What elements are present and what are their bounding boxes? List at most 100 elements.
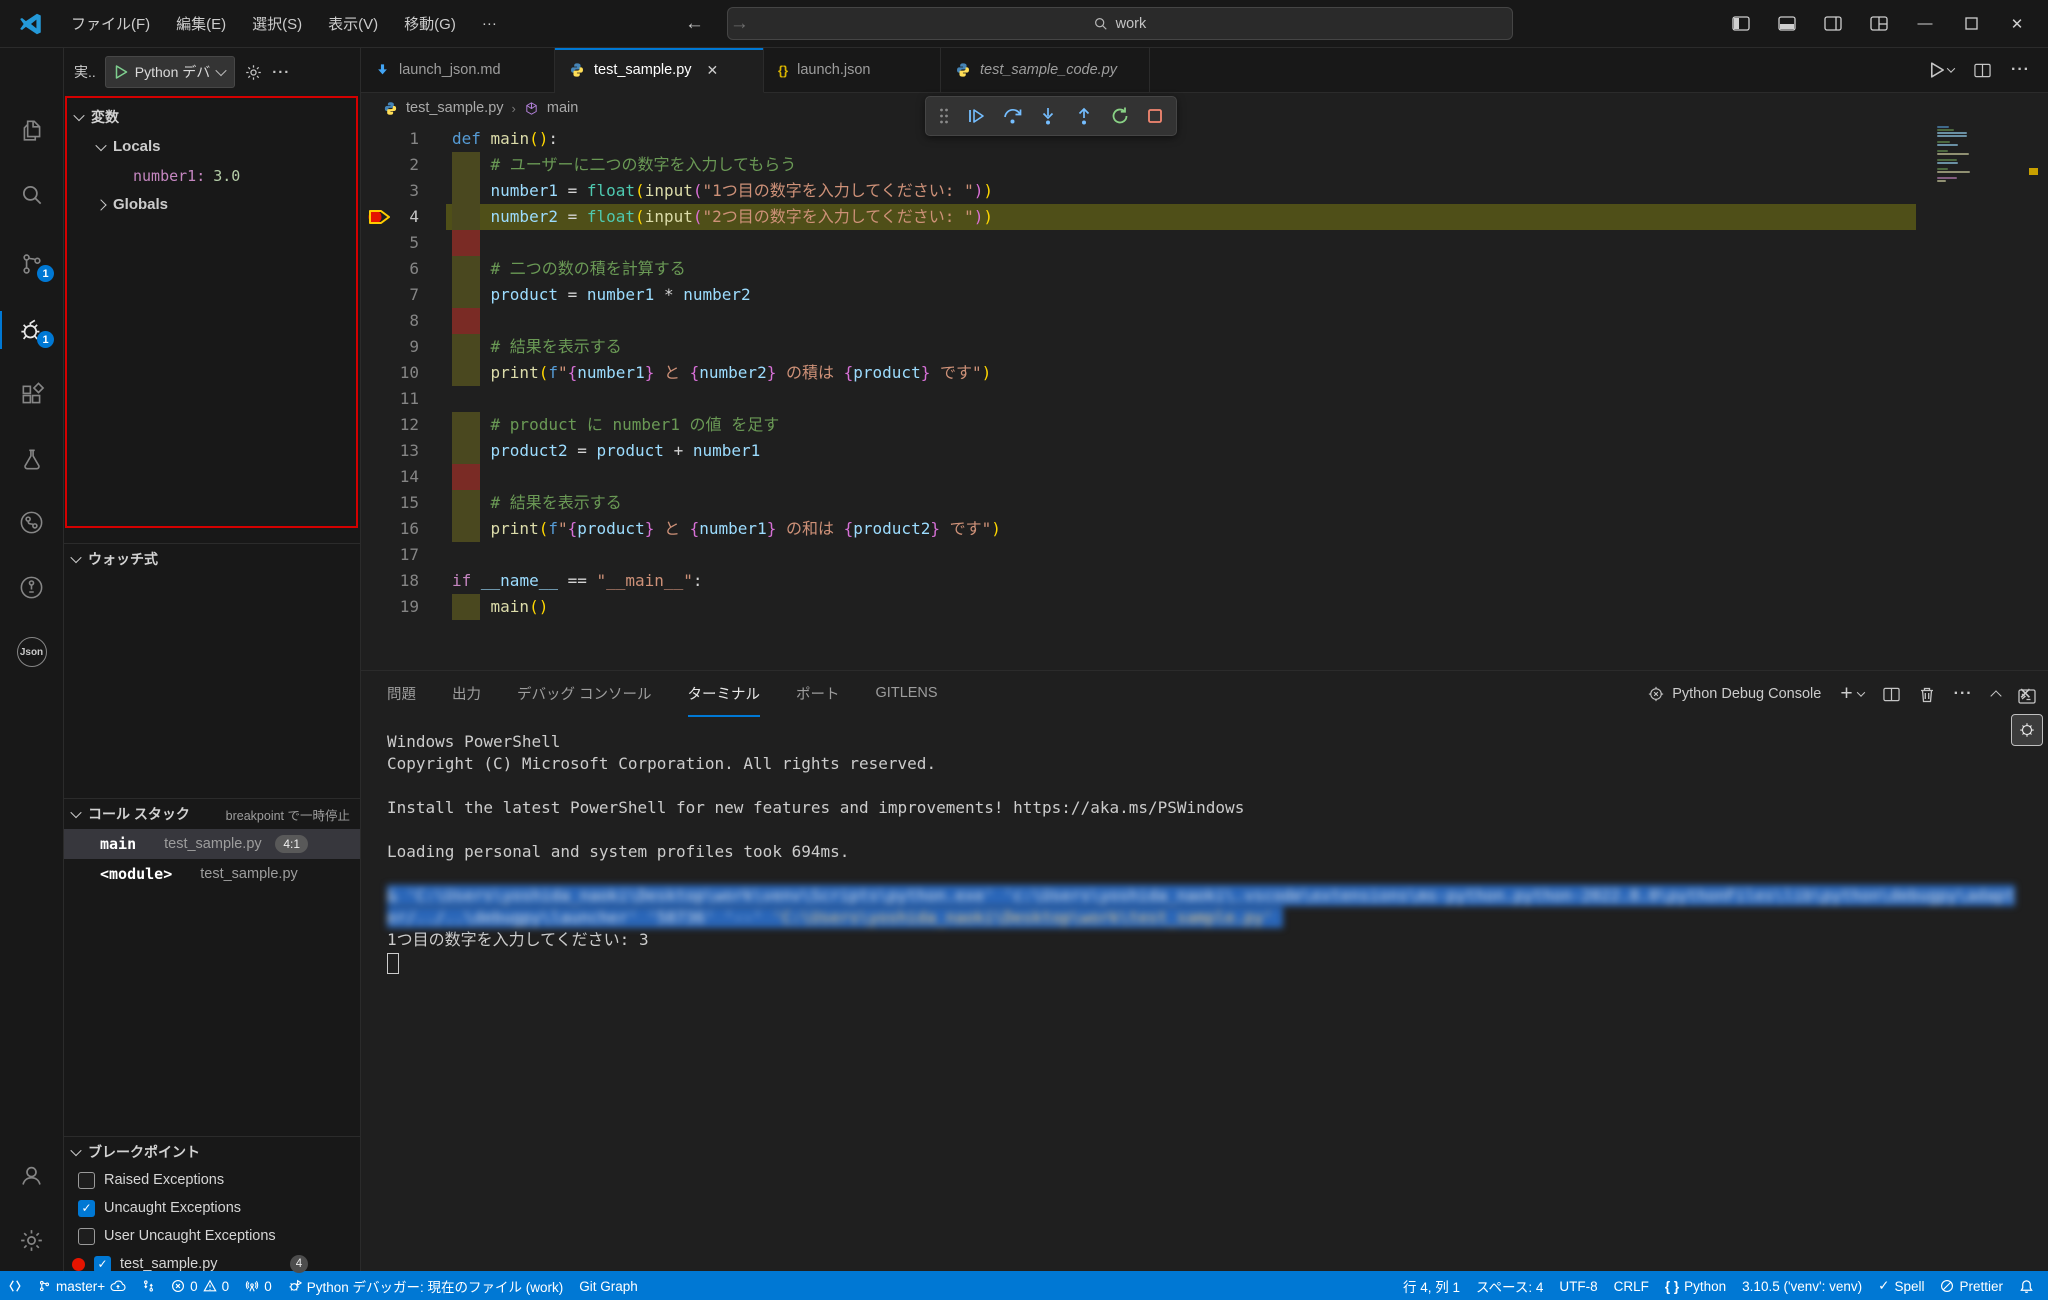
globals-scope-row[interactable]: Globals	[67, 190, 356, 219]
toggle-sidebar-icon[interactable]	[1730, 13, 1752, 35]
menu-item[interactable]: 移動(G)	[391, 9, 469, 38]
panel-tab-ポート[interactable]: ポート	[796, 671, 840, 717]
customize-layout-icon[interactable]	[1868, 13, 1890, 35]
new-terminal-button[interactable]: +	[1840, 682, 1863, 706]
spell-checker-status[interactable]: ✓Spell	[1870, 1271, 1932, 1300]
menu-item[interactable]: 選択(S)	[239, 9, 315, 38]
breakpoint-row[interactable]: ✓Uncaught Exceptions	[64, 1194, 360, 1222]
minimize-button[interactable]: —	[1914, 13, 1936, 35]
close-button[interactable]: ✕	[2006, 13, 2028, 35]
toolbar-drag-handle[interactable]	[938, 107, 950, 125]
source-control-icon[interactable]: 1	[0, 239, 63, 289]
extensions-icon[interactable]	[0, 370, 63, 420]
maximize-button[interactable]	[1960, 13, 1982, 35]
menu-item[interactable]: ···	[469, 11, 510, 36]
frame-name: main	[100, 835, 136, 853]
command-center-search[interactable]: work	[727, 7, 1513, 40]
code-line: 7 product = number1 * number2	[361, 282, 2048, 308]
code-editor[interactable]: 1def main():2 # ユーザーに二つの数字を入力してもらう3 numb…	[361, 123, 2048, 670]
run-python-file-icon[interactable]	[1930, 62, 1954, 78]
code-line: 18if __name__ == "__main__":	[361, 568, 2048, 594]
encoding-status[interactable]: UTF-8	[1551, 1271, 1605, 1300]
explorer-icon[interactable]	[0, 105, 63, 155]
debug-settings-gear-icon[interactable]	[244, 63, 263, 82]
panel-tab-問題[interactable]: 問題	[387, 671, 416, 717]
watch-section-header[interactable]: ウォッチ式	[64, 543, 360, 574]
breakpoint-checkbox[interactable]: ✓	[78, 1200, 95, 1217]
git-graph-icon[interactable]	[0, 497, 63, 547]
variable-row[interactable]: number1: 3.0	[67, 161, 356, 190]
code-text: print(f"{number1} と {number2} の積は {produ…	[452, 360, 991, 386]
panel-tab-GITLENS[interactable]: GITLENS	[876, 671, 938, 717]
panel-tab-デバッグ コンソール[interactable]: デバッグ コンソール	[517, 671, 652, 717]
panel-tab-ターミナル[interactable]: ターミナル	[688, 671, 761, 717]
panel-tab-出力[interactable]: 出力	[452, 671, 481, 717]
breakpoint-row[interactable]: User Uncaught Exceptions	[64, 1222, 360, 1250]
indentation-status[interactable]: スペース: 4	[1468, 1271, 1551, 1300]
language-mode-status[interactable]: { }Python	[1657, 1271, 1734, 1300]
python-debug-console-rail-icon[interactable]	[2012, 715, 2042, 745]
terminal-instance-label[interactable]: Python Debug Console	[1647, 685, 1821, 703]
git-graph-status[interactable]: Git Graph	[571, 1271, 646, 1300]
breakpoint-checkbox[interactable]	[78, 1172, 95, 1189]
variables-section-header[interactable]: 変数	[67, 98, 356, 132]
breakpoint-checkbox[interactable]: ✓	[94, 1256, 111, 1273]
step-out-button[interactable]	[1074, 106, 1094, 126]
breakpoint-row[interactable]: ✓test_sample.py4	[64, 1250, 360, 1278]
editor-more-actions-icon[interactable]: ···	[2011, 61, 2030, 79]
tab-launch.json[interactable]: {}launch.json	[764, 48, 941, 92]
run-and-debug-icon[interactable]: 1	[0, 305, 63, 355]
tab-test_sample.py[interactable]: test_sample.py✕	[555, 48, 764, 93]
maximize-panel-icon[interactable]	[1990, 690, 2001, 701]
debug-console-icon	[1647, 685, 1665, 703]
continue-button[interactable]	[966, 106, 986, 126]
testing-icon[interactable]	[0, 435, 63, 485]
call-stack-section-header[interactable]: コール スタック breakpoint で一時停止	[64, 798, 360, 829]
menu-item[interactable]: ファイル(F)	[58, 9, 163, 38]
line-number: 6	[361, 256, 419, 282]
tab-test_sample_code.py[interactable]: test_sample_code.py	[941, 48, 1150, 92]
settings-gear-icon[interactable]	[0, 1215, 63, 1265]
menu-item[interactable]: 表示(V)	[315, 9, 391, 38]
terminal[interactable]: Windows PowerShellCopyright (C) Microsof…	[361, 717, 2048, 1271]
call-stack-frame[interactable]: <module>test_sample.py	[64, 859, 360, 889]
debug-configuration-dropdown[interactable]: Python デバ	[105, 56, 235, 88]
split-editor-icon[interactable]	[1974, 63, 1991, 78]
gitlens-icon[interactable]	[0, 562, 63, 612]
step-over-button[interactable]	[1002, 106, 1023, 126]
powershell-terminal-icon[interactable]	[2012, 681, 2042, 711]
call-stack-frame[interactable]: maintest_sample.py4:1	[64, 829, 360, 859]
breakpoints-section-header[interactable]: ブレークポイント	[64, 1136, 360, 1167]
toggle-panel-icon[interactable]	[1776, 13, 1798, 35]
view-more-actions-icon[interactable]: ···	[272, 64, 290, 81]
prettier-status[interactable]: Prettier	[1932, 1271, 2011, 1300]
line-number: 3	[361, 178, 419, 204]
prettier-icon	[1940, 1279, 1954, 1293]
notifications-bell-icon[interactable]	[2011, 1271, 2042, 1300]
restart-button[interactable]	[1110, 106, 1130, 126]
python-interpreter-status[interactable]: 3.10.5 ('venv': venv)	[1734, 1271, 1870, 1300]
locals-scope-row[interactable]: Locals	[67, 132, 356, 161]
step-into-button[interactable]	[1038, 106, 1058, 126]
search-icon[interactable]	[0, 170, 63, 220]
tab-launch_json.md[interactable]: launch_json.md	[361, 48, 555, 92]
breadcrumb-symbol[interactable]: main	[547, 100, 578, 116]
json-extension-icon[interactable]: Json	[0, 627, 63, 677]
account-icon[interactable]	[0, 1150, 63, 1200]
menu-item[interactable]: 編集(E)	[163, 9, 239, 38]
panel-more-actions-icon[interactable]: ···	[1954, 685, 1973, 703]
split-terminal-icon[interactable]	[1883, 687, 1900, 702]
stop-button[interactable]	[1146, 107, 1164, 125]
nav-back-button[interactable]: ←	[685, 13, 704, 35]
nav-forward-button[interactable]: →	[730, 13, 749, 35]
remote-indicator[interactable]	[0, 1271, 30, 1300]
breadcrumb-file[interactable]: test_sample.py	[406, 100, 504, 116]
close-tab-icon[interactable]: ✕	[707, 62, 719, 79]
code-line: 8	[361, 308, 2048, 334]
kill-terminal-icon[interactable]	[1919, 686, 1935, 703]
toggle-secondary-sidebar-icon[interactable]	[1822, 13, 1844, 35]
eol-status[interactable]: CRLF	[1606, 1271, 1657, 1300]
breakpoint-checkbox[interactable]	[78, 1228, 95, 1245]
breakpoint-row[interactable]: Raised Exceptions	[64, 1166, 360, 1194]
cursor-position-status[interactable]: 行 4, 列 1	[1395, 1271, 1468, 1300]
